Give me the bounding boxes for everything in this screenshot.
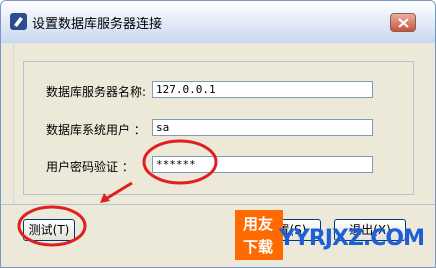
annotation-arrow — [103, 181, 133, 202]
watermark-logo: 用友 下载 — [235, 210, 283, 260]
password-highlight-circle — [142, 139, 218, 185]
watermark-logo-bottom: 下载 — [243, 238, 274, 256]
watermark-site: YYRJXZ.COM — [279, 226, 425, 251]
watermark-logo-top: 用友 — [243, 215, 274, 233]
test-button-highlight-circle — [17, 205, 87, 247]
